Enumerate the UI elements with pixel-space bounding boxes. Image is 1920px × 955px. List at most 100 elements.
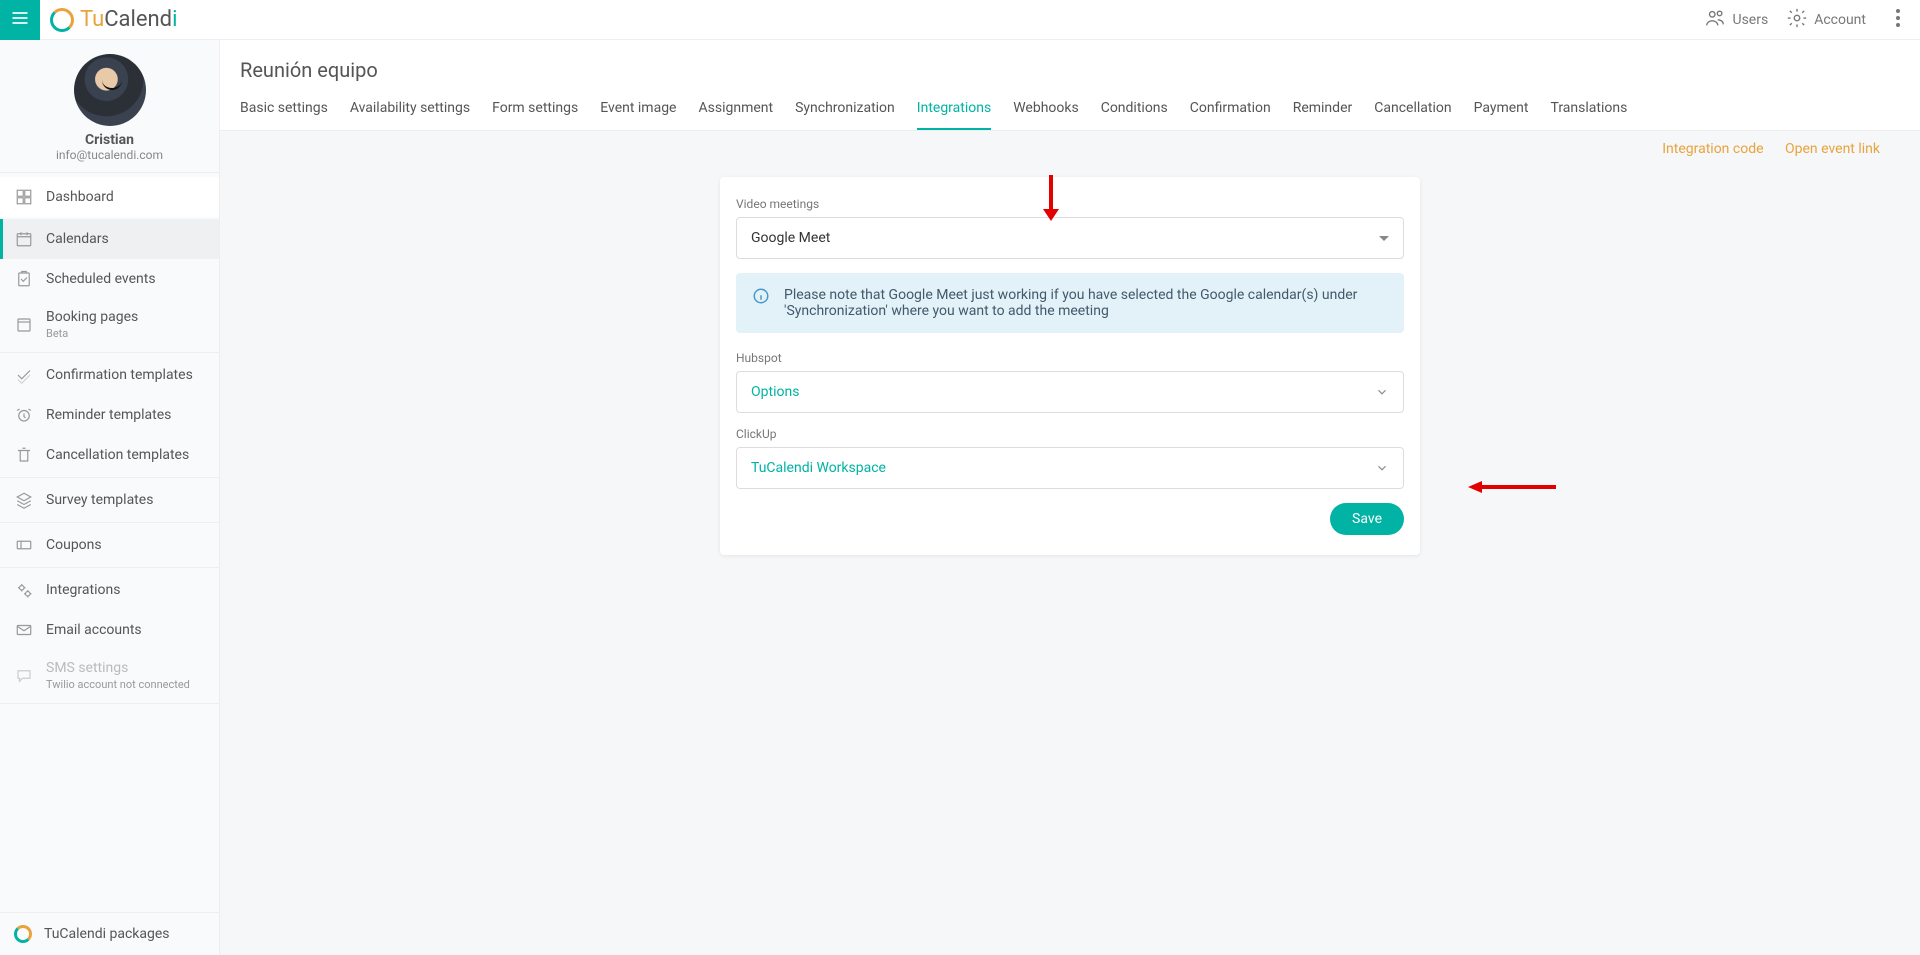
sidebar-item-label: Coupons — [46, 537, 102, 553]
sidebar-item-confirmation[interactable]: Confirmation templates — [0, 355, 219, 395]
sidebar-item-label: TuCalendi packages — [44, 926, 170, 942]
layers-icon — [14, 490, 34, 510]
sidebar-item-reminder[interactable]: Reminder templates — [0, 395, 219, 435]
clock-icon — [14, 405, 34, 425]
hamburger-icon — [10, 8, 30, 32]
select-value: Google Meet — [751, 230, 830, 246]
save-button[interactable]: Save — [1330, 503, 1404, 535]
sidebar-item-label: Integrations — [46, 582, 120, 598]
brand-logo[interactable]: TuCalendi — [50, 7, 177, 32]
more-button[interactable] — [1884, 9, 1912, 31]
main: Reunión equipo Basic settings Availabili… — [220, 40, 1920, 955]
chat-icon — [14, 666, 34, 686]
tab-confirmation[interactable]: Confirmation — [1190, 94, 1271, 130]
users-link[interactable]: Users — [1704, 7, 1768, 33]
tab-conditions[interactable]: Conditions — [1101, 94, 1168, 130]
sidebar-item-calendars[interactable]: Calendars — [0, 219, 219, 259]
sidebar-item-sub: Beta — [46, 327, 138, 340]
check-icon — [14, 365, 34, 385]
sidebar-item-label: Email accounts — [46, 622, 142, 638]
tab-reminder[interactable]: Reminder — [1293, 94, 1353, 130]
cogs-icon — [14, 580, 34, 600]
hamburger-button[interactable] — [0, 0, 40, 40]
users-label: Users — [1732, 12, 1768, 28]
hubspot-label: Hubspot — [736, 351, 1404, 365]
clickup-select[interactable]: TuCalendi Workspace — [736, 447, 1404, 489]
page-icon — [14, 315, 34, 335]
more-vertical-icon — [1896, 9, 1900, 31]
sidebar-item-survey[interactable]: Survey templates — [0, 480, 219, 520]
account-link[interactable]: Account — [1786, 7, 1866, 33]
sidebar-item-coupons[interactable]: Coupons — [0, 525, 219, 565]
sidebar-item-email[interactable]: Email accounts — [0, 610, 219, 650]
profile-name: Cristian — [0, 132, 219, 148]
video-meetings-label: Video meetings — [736, 197, 1404, 211]
sidebar-item-booking[interactable]: Booking pages Beta — [0, 299, 219, 350]
brand-name: TuCalendi — [80, 7, 177, 32]
tab-translations[interactable]: Translations — [1550, 94, 1627, 130]
clipboard-icon — [14, 269, 34, 289]
account-label: Account — [1814, 12, 1866, 28]
tab-event-image[interactable]: Event image — [600, 94, 676, 130]
sidebar-item-sms[interactable]: SMS settings Twilio account not connecte… — [0, 650, 219, 701]
sidebar-item-scheduled[interactable]: Scheduled events — [0, 259, 219, 299]
info-box: Please note that Google Meet just workin… — [736, 273, 1404, 333]
sidebar-item-label: Calendars — [46, 231, 109, 247]
tab-cancellation[interactable]: Cancellation — [1374, 94, 1451, 130]
select-value: TuCalendi Workspace — [751, 460, 886, 476]
video-meetings-select[interactable]: Google Meet — [736, 217, 1404, 259]
sidebar-item-label: Scheduled events — [46, 271, 156, 287]
sidebar-item-label: Dashboard — [46, 189, 114, 205]
tab-payment[interactable]: Payment — [1474, 94, 1529, 130]
sidebar-item-label: Booking pages — [46, 309, 138, 325]
integrations-card: Video meetings Google Meet Please note t… — [720, 177, 1420, 555]
action-links: Integration code Open event link — [220, 131, 1920, 157]
gear-icon — [1786, 7, 1808, 33]
mail-icon — [14, 620, 34, 640]
info-icon — [752, 287, 770, 319]
annotation-arrow-down — [1041, 173, 1061, 225]
select-value: Options — [751, 384, 799, 400]
sidebar-item-label: Confirmation templates — [46, 367, 193, 383]
integration-code-link[interactable]: Integration code — [1662, 141, 1763, 157]
clickup-label: ClickUp — [736, 427, 1404, 441]
sidebar-item-label: Reminder templates — [46, 407, 171, 423]
nav: Dashboard Calendars Scheduled events Boo… — [0, 173, 219, 912]
tab-synchronization[interactable]: Synchronization — [795, 94, 895, 130]
sidebar-item-label: SMS settings — [46, 660, 190, 676]
annotation-arrow-left — [1468, 479, 1558, 499]
logo-icon — [14, 925, 32, 943]
sidebar-item-label: Survey templates — [46, 492, 153, 508]
tab-assignment[interactable]: Assignment — [698, 94, 773, 130]
cancel-icon — [14, 445, 34, 465]
calendar-icon — [14, 229, 34, 249]
tab-availability-settings[interactable]: Availability settings — [350, 94, 470, 130]
open-event-link[interactable]: Open event link — [1785, 141, 1880, 157]
tab-basic-settings[interactable]: Basic settings — [240, 94, 328, 130]
dashboard-icon — [14, 187, 34, 207]
sidebar-item-integrations[interactable]: Integrations — [0, 570, 219, 610]
tab-form-settings[interactable]: Form settings — [492, 94, 578, 130]
sidebar-item-sub: Twilio account not connected — [46, 678, 190, 691]
sidebar: Cristian info@tucalendi.com Dashboard Ca… — [0, 40, 220, 955]
tab-integrations[interactable]: Integrations — [917, 94, 991, 130]
sidebar-item-label: Cancellation templates — [46, 447, 189, 463]
tabs: Basic settings Availability settings For… — [240, 94, 1900, 130]
sidebar-item-cancellation[interactable]: Cancellation templates — [0, 435, 219, 475]
page-title: Reunión equipo — [240, 58, 1900, 82]
users-icon — [1704, 7, 1726, 33]
chevron-down-icon — [1375, 461, 1389, 475]
sidebar-item-dashboard[interactable]: Dashboard — [0, 177, 219, 217]
sidebar-item-packages[interactable]: TuCalendi packages — [0, 912, 219, 955]
topbar: TuCalendi Users Account — [0, 0, 1920, 40]
logo-icon — [50, 8, 74, 32]
hubspot-select[interactable]: Options — [736, 371, 1404, 413]
profile-email: info@tucalendi.com — [0, 148, 219, 162]
tab-webhooks[interactable]: Webhooks — [1013, 94, 1079, 130]
ticket-icon — [14, 535, 34, 555]
avatar[interactable] — [74, 54, 146, 126]
caret-down-icon — [1379, 236, 1389, 241]
page-header: Reunión equipo Basic settings Availabili… — [220, 40, 1920, 131]
profile-block: Cristian info@tucalendi.com — [0, 40, 219, 173]
chevron-down-icon — [1375, 385, 1389, 399]
